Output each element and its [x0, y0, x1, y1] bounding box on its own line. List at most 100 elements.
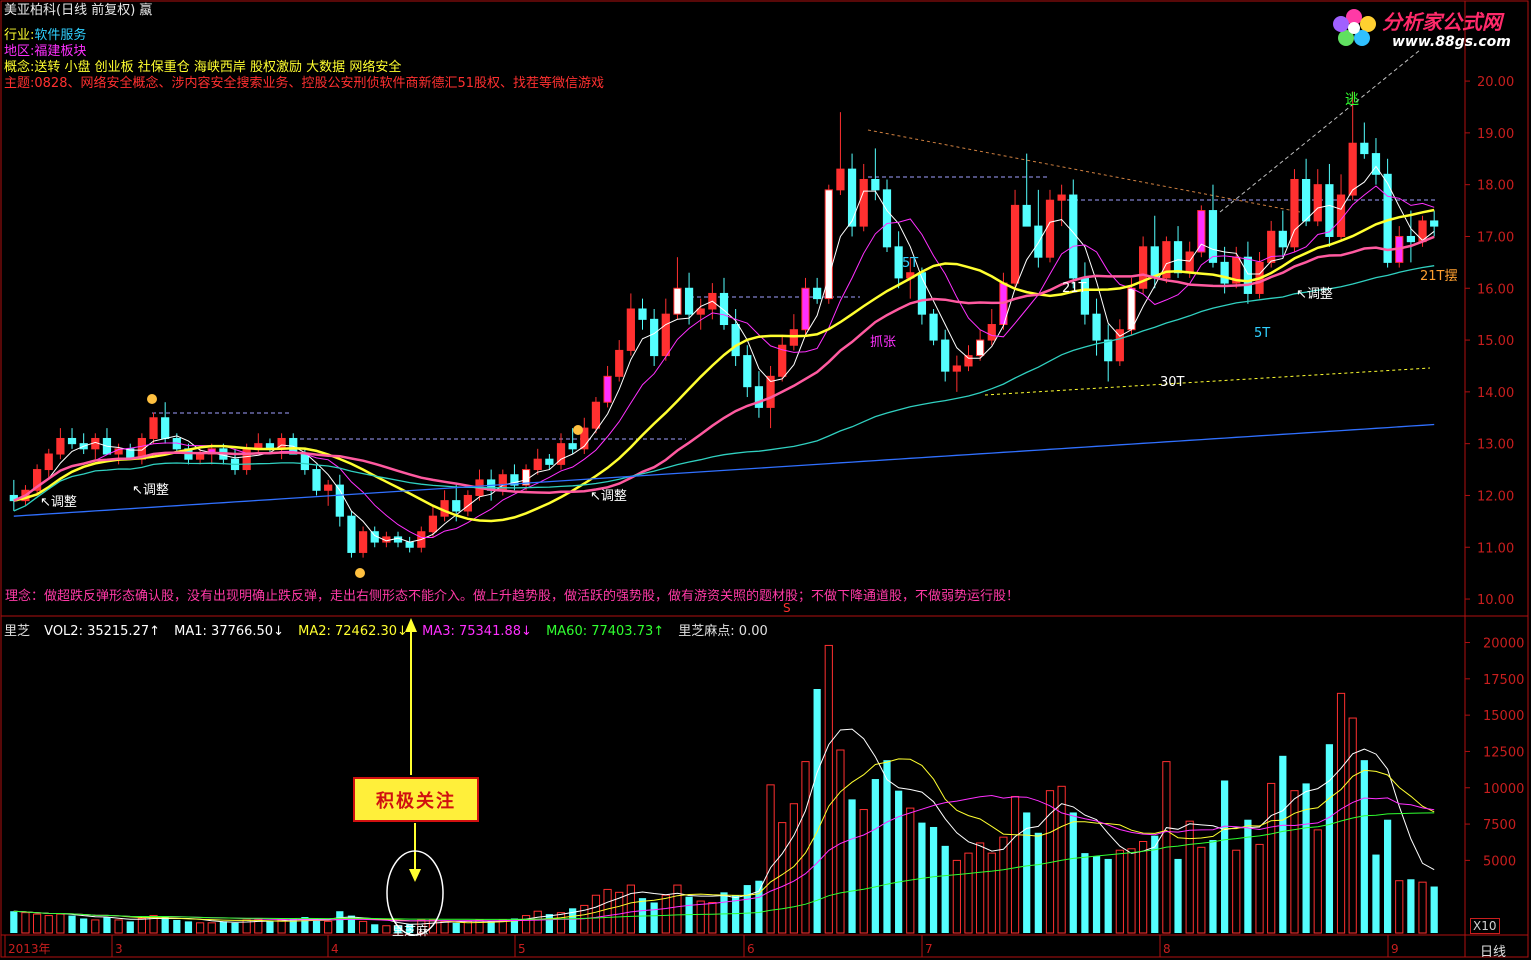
candle-down — [1173, 241, 1183, 274]
candle-down — [882, 189, 892, 248]
candle-down — [941, 339, 950, 372]
volume-bar-down — [487, 921, 495, 933]
volume-bar-up — [824, 644, 833, 934]
arrow-head-icon — [409, 869, 421, 882]
volume-indicator-bar: 里芝 VOL2: 35215.27↑ MA1: 37766.50↓ MA2: 7… — [4, 620, 778, 639]
candle-down — [312, 469, 321, 491]
ma20-line — [13, 208, 1435, 523]
candle-up — [801, 287, 810, 331]
volume-bar-up — [1336, 692, 1346, 934]
volume-bar-down — [755, 880, 763, 933]
candle-down — [719, 292, 729, 326]
volume-bar-up — [207, 922, 216, 934]
candle-up — [1127, 287, 1136, 331]
volume-bar-up — [1010, 795, 1020, 934]
bull-marker-icon — [147, 394, 157, 404]
candle-down — [847, 168, 857, 227]
candle-up — [696, 308, 705, 315]
candle-down — [347, 515, 356, 553]
adjust-label: ↖调整 — [590, 489, 627, 504]
volume-bar-up — [533, 910, 542, 934]
volume-bar-down — [1325, 744, 1334, 933]
price-tick-label: 12.00 — [1477, 489, 1514, 504]
price-tick-label: 11.00 — [1477, 541, 1514, 556]
5t-label: 5T — [1254, 326, 1270, 341]
volume-bar-up — [195, 922, 205, 934]
volume-bar-up — [1395, 880, 1404, 934]
volume-tick-label: 17500 — [1483, 673, 1524, 688]
ma10-line — [13, 185, 1435, 538]
price-tick-label: 18.00 — [1477, 179, 1514, 194]
logo-url: www.88gs.com — [1392, 34, 1511, 50]
price-tick-label: 13.00 — [1477, 438, 1514, 453]
volume-tick-label: 7500 — [1483, 818, 1516, 833]
candle-up — [1010, 204, 1020, 284]
21t-end-label: 21T摆 — [1420, 269, 1457, 284]
volume-bar-down — [895, 790, 903, 933]
candle-down — [1092, 313, 1101, 341]
candle-up — [56, 437, 65, 455]
volume-bar-down — [312, 919, 321, 933]
volume-bar-down — [1104, 858, 1112, 933]
volume-bar-up — [976, 842, 985, 934]
candle-down — [1034, 225, 1043, 258]
candle-down — [743, 355, 752, 388]
volume-bar-up — [999, 836, 1008, 934]
time-tick-label: 8 — [1163, 942, 1171, 956]
volume-bar-up — [324, 920, 333, 934]
volume-bar-down — [1092, 856, 1101, 933]
hand-marker-icon — [355, 568, 365, 578]
volume-bar-up — [440, 920, 449, 934]
volume-bar-up — [1348, 717, 1357, 934]
volume-bar-up — [1255, 843, 1264, 934]
volume-tick-label: 12500 — [1483, 745, 1524, 760]
volume-bar-up — [836, 749, 845, 934]
indicator-name[interactable]: 里芝 — [4, 624, 30, 639]
volume-tick-label: 10000 — [1483, 782, 1524, 797]
price-tick-label: 15.00 — [1477, 334, 1514, 349]
volume-bar-down — [231, 922, 239, 933]
candle-down — [405, 541, 414, 548]
region-row: 地区:福建板块 — [4, 44, 87, 59]
volume-bar-up — [21, 912, 30, 934]
period-label[interactable]: 日线 — [1480, 941, 1506, 960]
volume-bar-up — [1232, 849, 1241, 934]
candle-up — [976, 339, 985, 357]
candle-down — [1243, 256, 1253, 294]
callout-box: 积极关注 — [353, 777, 479, 822]
adjust-label: ↖调整 — [40, 495, 77, 510]
time-tick-label: 5 — [518, 942, 526, 956]
volume-tick-label: 20000 — [1483, 637, 1524, 652]
volume-bar-down — [743, 885, 751, 933]
scale-x10[interactable]: X10 — [1470, 918, 1500, 934]
candle-up — [1045, 199, 1055, 258]
candle-up — [277, 437, 286, 450]
volume-bar-up — [44, 915, 53, 934]
candle-down — [1302, 178, 1311, 222]
ma1-value: MA1: 37766.50↓ — [174, 624, 284, 639]
volume-bar-up — [358, 920, 368, 934]
philosophy-text: 理念：做超跌反弹形态确认股，没有出现明确止跌反弹，走出右侧形态不能介入。做上升趋… — [5, 589, 1020, 604]
volume-bar-down — [452, 922, 460, 933]
candle-down — [545, 458, 554, 465]
stock-chart[interactable]: 20.00 19.00 18.00 17.00 16.00 15.00 14.00 13.00… — [0, 0, 1531, 959]
candle-up — [324, 484, 333, 491]
volume-bar-down — [1069, 812, 1077, 933]
candle-up — [1057, 194, 1066, 201]
candle-up — [661, 313, 670, 357]
21t-label: 21T — [1062, 281, 1087, 296]
candle-down — [161, 417, 170, 439]
volume-bar-up — [591, 894, 601, 934]
volume-bar-up — [1418, 881, 1427, 934]
volume-bar-down — [1360, 760, 1368, 933]
grab-label: 抓张 — [870, 335, 896, 350]
candle-up — [358, 531, 368, 553]
candle-down — [684, 287, 694, 315]
volume-bar-down — [1384, 819, 1392, 933]
concept-row: 概念:送转 小盘 创业板 社保重仓 海峡西岸 股权激励 大数据 网络安全 — [4, 60, 402, 75]
ma3-value: MA3: 75341.88↓ — [422, 624, 532, 639]
volume-bar-down — [80, 918, 88, 933]
volume-bar-down — [871, 779, 879, 933]
time-tick-label: 9 — [1391, 942, 1399, 956]
candle-up — [603, 375, 612, 403]
